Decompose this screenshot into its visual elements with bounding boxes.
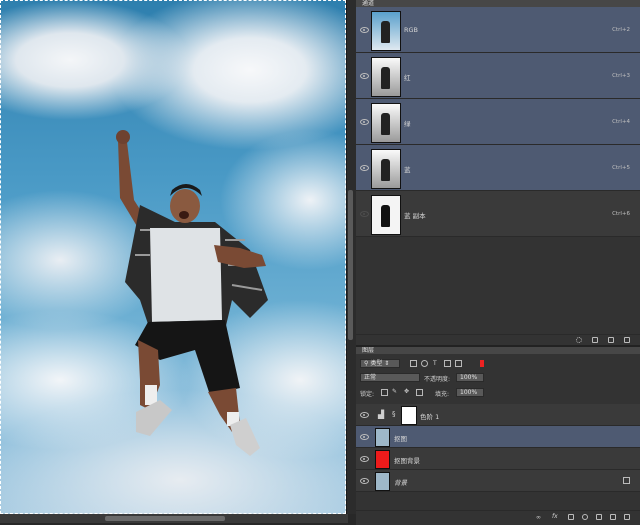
lock-icon[interactable] xyxy=(623,477,630,484)
blend-mode-value: 正常 xyxy=(364,374,377,381)
layers-panel: 图层 ⚲ 类型 ⇕ T 正常 不透明度: 100% 锁定: ✎ ✥ 填充: 10… xyxy=(356,345,640,525)
lock-paint-icon[interactable]: ✎ xyxy=(392,388,397,395)
fill-value: 100% xyxy=(460,389,478,396)
channel-row-blue-copy[interactable]: 蓝 副本 Ctrl+6 xyxy=(356,191,640,237)
layers-tab[interactable]: 图层 xyxy=(356,347,640,354)
visibility-eye-icon[interactable] xyxy=(360,434,369,440)
mask-icon[interactable] xyxy=(592,337,598,343)
marquee-selection-border xyxy=(0,0,346,514)
channel-name: 蓝 副本 xyxy=(404,212,426,220)
visibility-eye-icon[interactable] xyxy=(360,456,369,462)
visibility-eye-icon[interactable] xyxy=(360,73,369,79)
link-icon: § xyxy=(392,410,396,418)
visibility-eye-icon[interactable] xyxy=(360,478,369,484)
lock-label: 锁定: xyxy=(360,391,375,398)
channel-thumbnail xyxy=(371,149,401,189)
type-filter-icon[interactable]: T xyxy=(433,360,437,367)
channels-panel: 通道 RGB Ctrl+2 红 Ctrl+3 绿 Ctrl+4 蓝 Ctrl+5… xyxy=(356,0,640,345)
layer-thumbnail xyxy=(375,428,390,447)
channel-name: 蓝 xyxy=(404,166,411,174)
channel-shortcut: Ctrl+3 xyxy=(612,73,630,79)
lock-move-icon[interactable]: ✥ xyxy=(404,388,409,395)
trash-icon[interactable] xyxy=(624,514,630,520)
channel-name: 绿 xyxy=(404,120,411,128)
blend-mode-dropdown[interactable]: 正常 xyxy=(360,373,420,382)
levels-adjustment-icon: ▟ xyxy=(378,410,385,419)
lock-row: 锁定: ✎ ✥ 填充: 100% xyxy=(356,387,640,399)
channel-thumbnail xyxy=(371,57,401,97)
layers-footer: ∞ fx xyxy=(356,510,640,524)
new-channel-icon[interactable] xyxy=(608,337,614,343)
channel-thumbnail xyxy=(371,11,401,51)
layer-filter-row: ⚲ 类型 ⇕ T xyxy=(356,358,640,370)
opacity-label: 不透明度: xyxy=(424,376,451,383)
opacity-value: 100% xyxy=(460,374,478,381)
layer-row-levels[interactable]: ▟ § 色阶 1 xyxy=(356,404,640,426)
visibility-eye-icon[interactable] xyxy=(360,119,369,125)
channel-name: RGB xyxy=(404,26,419,34)
channel-shortcut: Ctrl+2 xyxy=(612,27,630,33)
channel-thumbnail xyxy=(371,103,401,143)
lock-transparent-icon[interactable] xyxy=(381,389,388,396)
visibility-eye-icon[interactable] xyxy=(360,211,369,217)
channel-row-green[interactable]: 绿 Ctrl+4 xyxy=(356,99,640,145)
layer-thumbnail xyxy=(375,472,390,491)
chevron-down-icon: ⇕ xyxy=(384,360,390,367)
layer-row-cutout[interactable]: 抠图 xyxy=(356,426,640,448)
channel-shortcut: Ctrl+4 xyxy=(612,119,630,125)
visibility-eye-icon[interactable] xyxy=(360,27,369,33)
fx-icon[interactable]: fx xyxy=(552,513,558,520)
visibility-eye-icon[interactable] xyxy=(360,412,369,418)
link-icon[interactable]: ∞ xyxy=(536,514,541,521)
pixel-filter-icon[interactable] xyxy=(410,360,417,367)
channel-row-rgb[interactable]: RGB Ctrl+2 xyxy=(356,7,640,53)
layer-name: 背景 xyxy=(394,479,407,487)
filter-type-label: 类型 xyxy=(370,360,383,367)
document-canvas[interactable] xyxy=(0,0,348,516)
layer-thumbnail xyxy=(375,450,390,469)
shape-filter-icon[interactable] xyxy=(444,360,451,367)
channel-row-red[interactable]: 红 Ctrl+3 xyxy=(356,53,640,99)
opacity-input[interactable]: 100% xyxy=(456,373,484,382)
fill-label: 填充: xyxy=(435,391,450,398)
channel-row-blue[interactable]: 蓝 Ctrl+5 xyxy=(356,145,640,191)
layer-row-cutout-background[interactable]: 抠图背景 xyxy=(356,448,640,470)
channel-shortcut: Ctrl+6 xyxy=(612,211,630,217)
layer-mask-thumbnail[interactable] xyxy=(401,406,417,425)
channel-shortcut: Ctrl+5 xyxy=(612,165,630,171)
layer-row-background[interactable]: 背景 xyxy=(356,470,640,492)
channel-thumbnail xyxy=(371,195,401,235)
trash-icon[interactable] xyxy=(624,337,630,343)
horizontal-scroll-thumb[interactable] xyxy=(105,516,225,521)
fill-input[interactable]: 100% xyxy=(456,388,484,397)
new-layer-icon[interactable] xyxy=(610,514,616,520)
smart-object-filter-icon[interactable] xyxy=(455,360,462,367)
adjustment-filter-icon[interactable] xyxy=(421,360,428,367)
filter-toggle-icon[interactable] xyxy=(480,360,484,367)
folder-icon[interactable] xyxy=(596,514,602,520)
layer-name: 色阶 1 xyxy=(420,413,440,421)
layer-name: 抠图背景 xyxy=(394,457,420,465)
dotted-circle-icon[interactable] xyxy=(576,337,582,343)
mask-icon[interactable] xyxy=(568,514,574,520)
photo-jumping-man[interactable] xyxy=(0,0,346,514)
visibility-eye-icon[interactable] xyxy=(360,165,369,171)
lock-all-icon[interactable] xyxy=(416,389,423,396)
channel-name: 红 xyxy=(404,74,411,82)
filter-type-dropdown[interactable]: ⚲ 类型 ⇕ xyxy=(360,359,400,368)
vertical-scroll-thumb[interactable] xyxy=(348,190,353,340)
blend-row: 正常 不透明度: 100% xyxy=(356,372,640,384)
channels-tab[interactable]: 通道 xyxy=(356,0,640,7)
adjustment-icon[interactable] xyxy=(582,514,588,520)
layer-name: 抠图 xyxy=(394,435,407,443)
